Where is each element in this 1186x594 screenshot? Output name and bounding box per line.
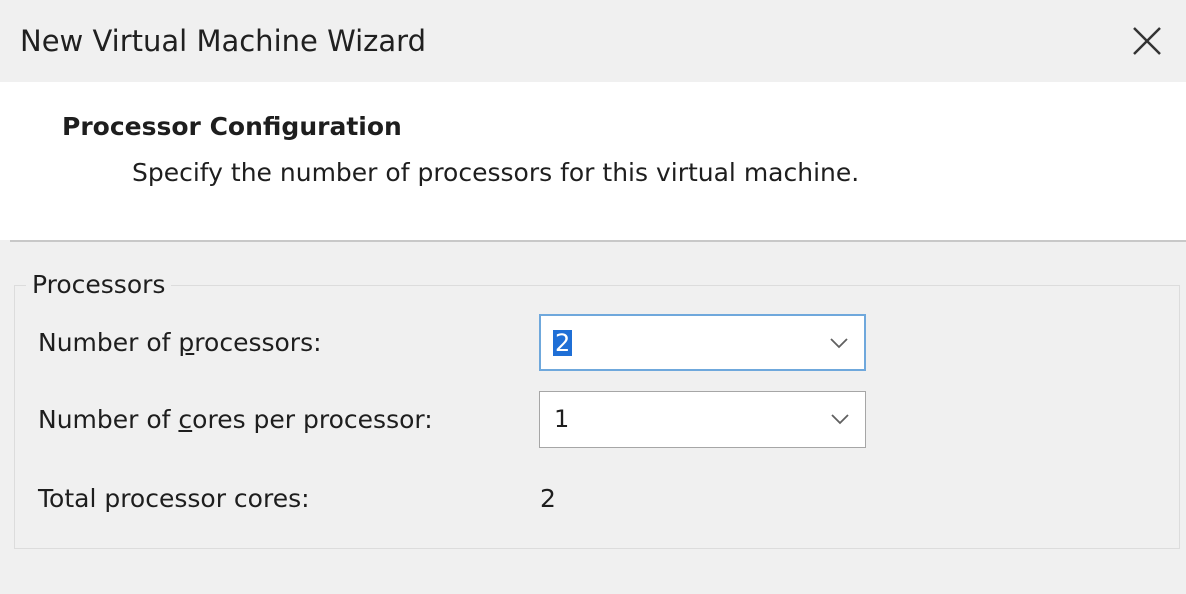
content-area: Processors Number of processors: 2 Numbe… bbox=[10, 242, 1186, 594]
processors-group-legend: Processors bbox=[26, 270, 172, 299]
total-cores-value: 2 bbox=[540, 484, 556, 513]
cores-label-prefix: Number of bbox=[38, 405, 179, 434]
num-processors-label-suffix: rocessors: bbox=[194, 328, 322, 357]
window-title: New Virtual Machine Wizard bbox=[20, 24, 426, 58]
cores-per-processor-value: 1 bbox=[554, 405, 570, 433]
chevron-down-icon bbox=[831, 414, 849, 425]
title-bar: New Virtual Machine Wizard bbox=[10, 10, 1186, 82]
page-title: Processor Configuration bbox=[62, 112, 402, 141]
chevron-down-icon bbox=[830, 338, 848, 349]
num-processors-select[interactable]: 2 bbox=[539, 314, 866, 371]
num-processors-label-prefix: Number of bbox=[38, 328, 179, 357]
cores-label-mnemonic: c bbox=[178, 405, 193, 434]
cores-per-processor-label: Number of cores per processor: bbox=[38, 405, 433, 434]
num-processors-label: Number of processors: bbox=[38, 328, 322, 357]
wizard-window: New Virtual Machine Wizard Processor Con… bbox=[0, 0, 1186, 594]
total-cores-label: Total processor cores: bbox=[38, 484, 310, 513]
page-description: Specify the number of processors for thi… bbox=[132, 158, 860, 187]
cores-per-processor-select[interactable]: 1 bbox=[539, 391, 866, 448]
close-icon bbox=[1133, 27, 1161, 55]
cores-label-suffix: ores per processor: bbox=[192, 405, 433, 434]
num-processors-label-mnemonic: p bbox=[178, 328, 195, 357]
wizard-header: Processor Configuration Specify the numb… bbox=[0, 82, 1186, 240]
close-button[interactable] bbox=[1126, 20, 1168, 62]
num-processors-value: 2 bbox=[553, 329, 573, 357]
